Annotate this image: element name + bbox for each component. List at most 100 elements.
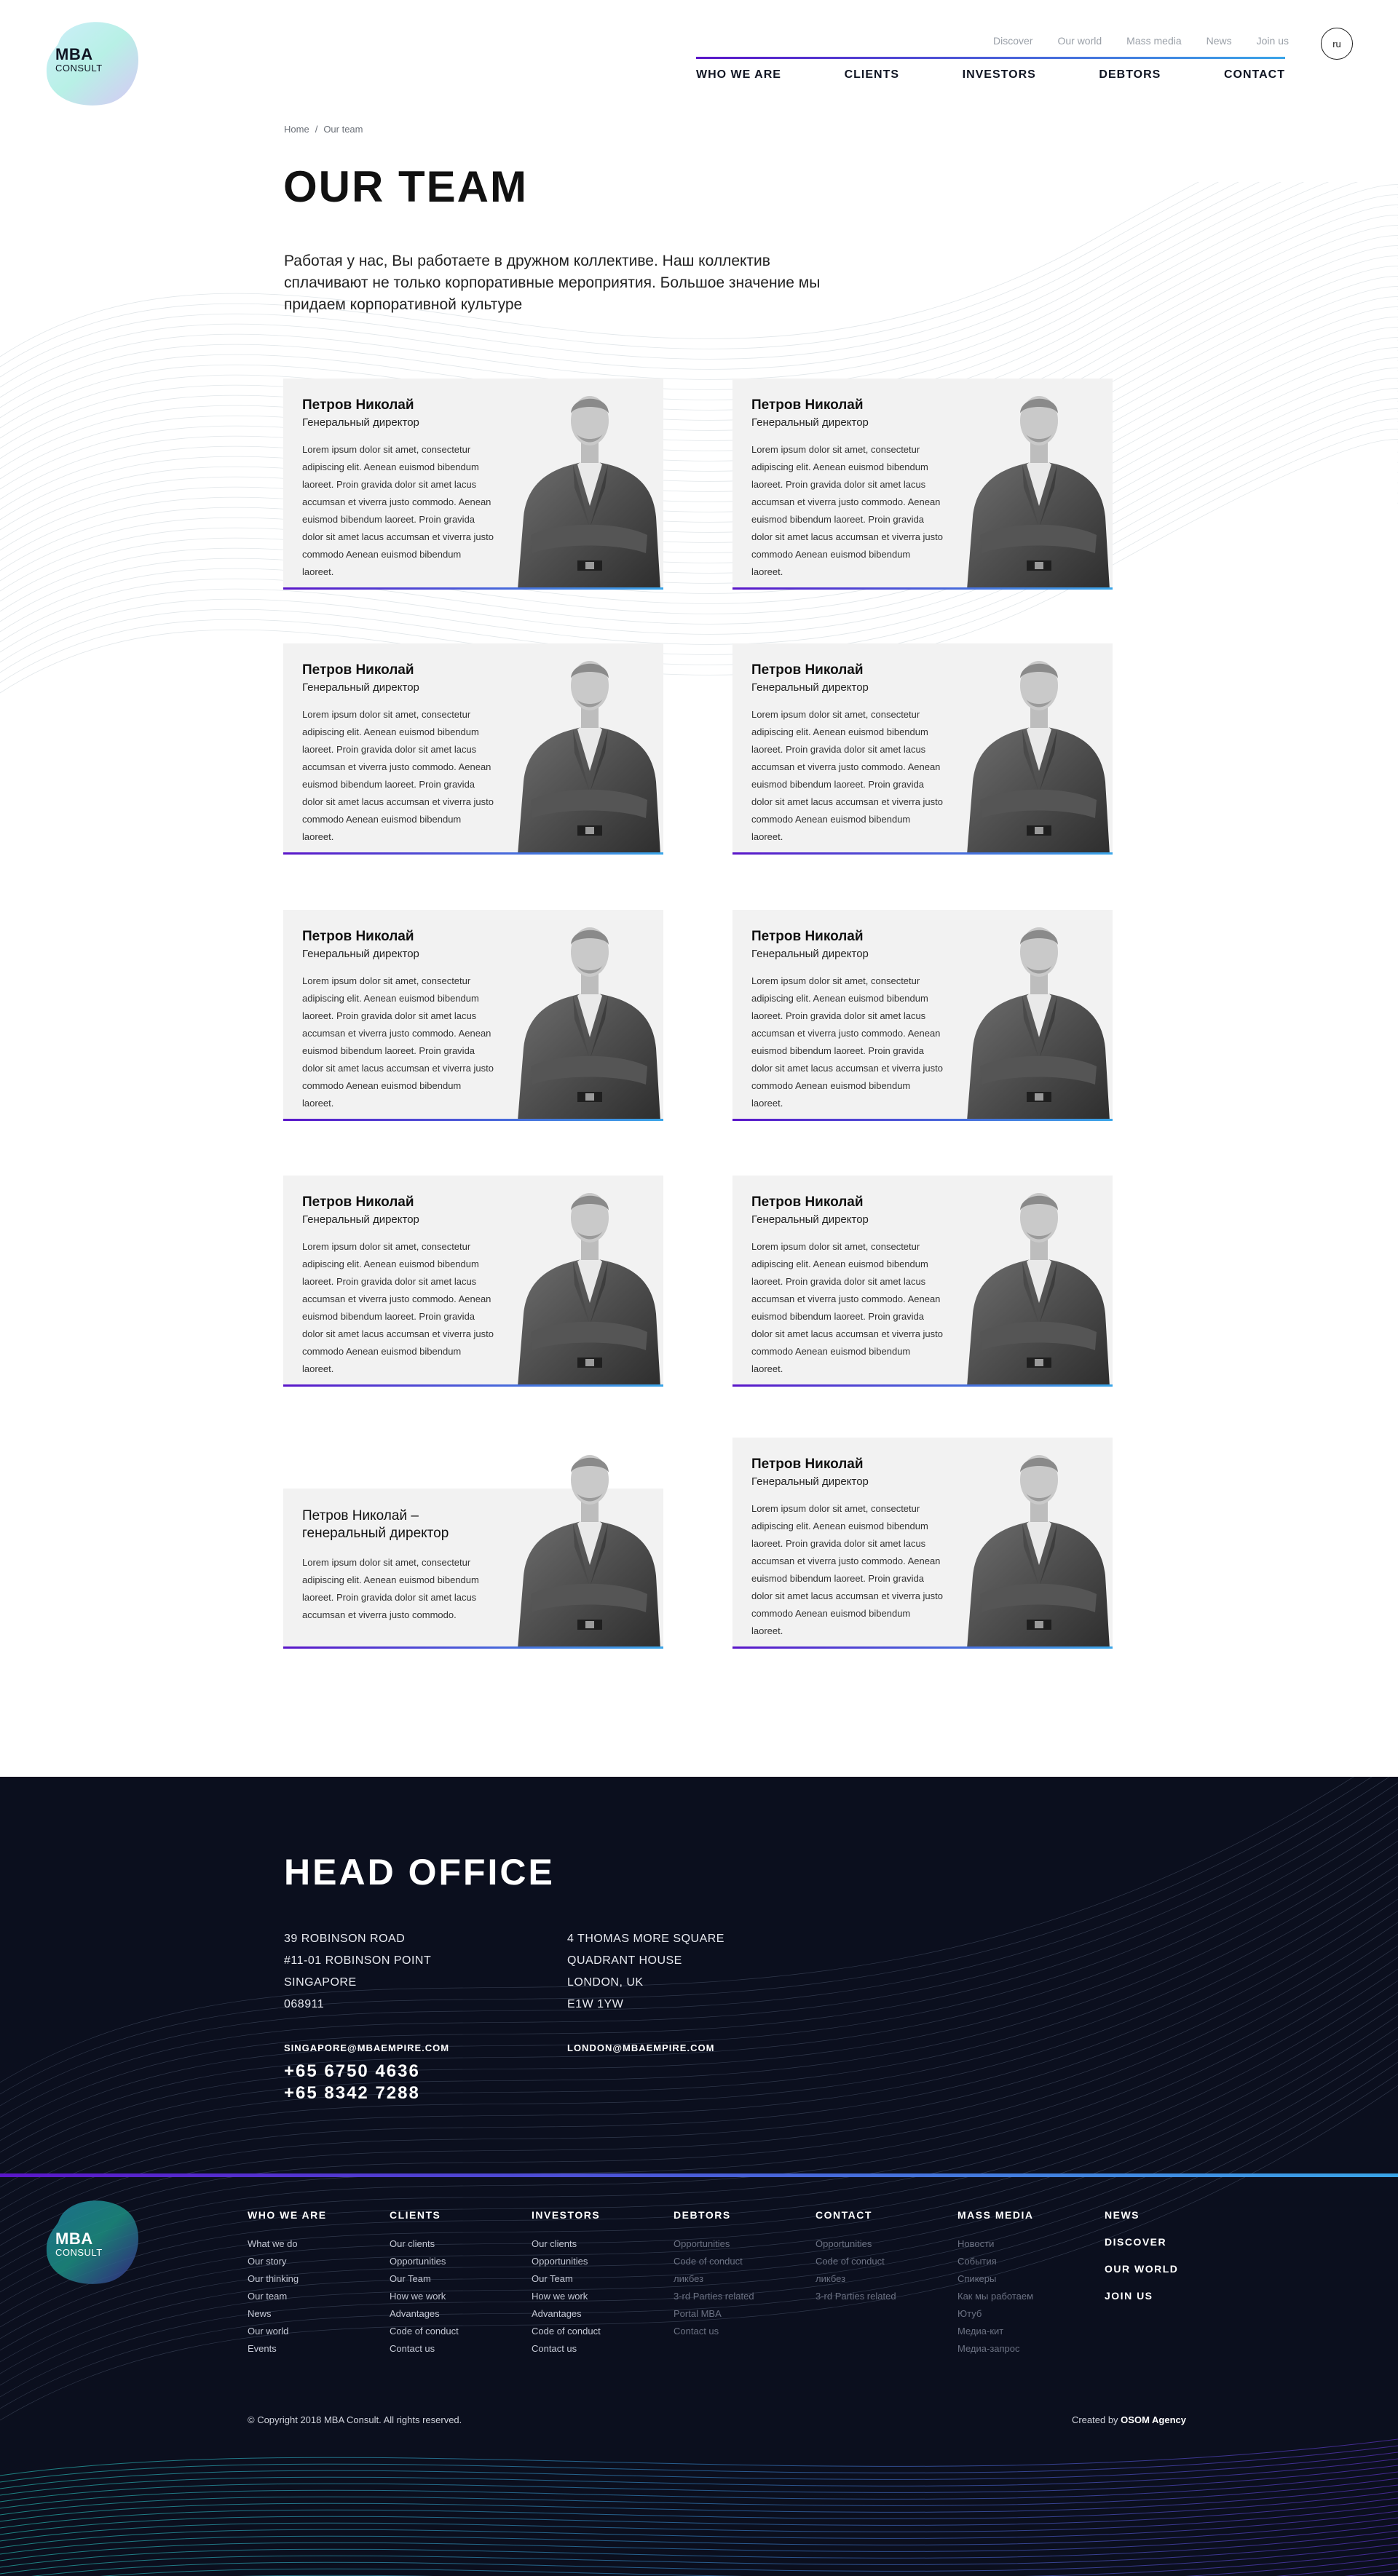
breadcrumb-home[interactable]: Home <box>284 124 309 135</box>
top-nav: Discover Our world Mass media News Join … <box>993 35 1289 47</box>
member-role: Генеральный директор <box>751 681 869 694</box>
footer-link[interactable]: Спикеры <box>957 2270 1033 2288</box>
footer-column-title[interactable]: CLIENTS <box>390 2209 459 2221</box>
footer-column-title[interactable]: MASS MEDIA <box>957 2209 1033 2221</box>
nav-who-we-are[interactable]: WHO WE ARE <box>696 68 781 82</box>
footer-link[interactable]: Code of conduct <box>532 2323 601 2340</box>
footer-column-title[interactable]: DEBTORS <box>674 2209 754 2221</box>
footer-link[interactable]: What we do <box>248 2235 327 2253</box>
footer-link[interactable]: Advantages <box>390 2305 459 2323</box>
topnav-our-world[interactable]: Our world <box>1057 35 1102 47</box>
nav-contact[interactable]: CONTACT <box>1224 68 1285 82</box>
singapore-email-link[interactable]: SINGAPORE@MBAEMPIRE.COM <box>284 2042 449 2053</box>
member-description: Lorem ipsum dolor sit amet, consectetur … <box>751 1503 943 1636</box>
topnav-mass-media[interactable]: Mass media <box>1126 35 1181 47</box>
footer-link[interactable]: 3-rd Parties related <box>816 2288 896 2305</box>
card-gradient-line <box>732 852 1113 855</box>
footer-gradient-line <box>0 2173 1398 2177</box>
footer-link[interactable]: Opportunities <box>816 2235 896 2253</box>
footer-link[interactable]: Code of conduct <box>674 2253 754 2270</box>
footer-link[interactable]: Our Team <box>390 2270 459 2288</box>
team-card[interactable]: Петров Николай – генеральный директор Lor… <box>283 1438 663 1649</box>
member-name: Петров Николай <box>302 397 414 413</box>
footer-link[interactable]: Медиа-кит <box>957 2323 1033 2340</box>
footer-link[interactable]: Новости <box>957 2235 1033 2253</box>
footer-link[interactable]: Our world <box>248 2323 327 2340</box>
address-line: SINGAPORE <box>284 1976 357 1989</box>
footer-link[interactable]: Code of conduct <box>390 2323 459 2340</box>
address-line: QUADRANT HOUSE <box>567 1954 682 1967</box>
footer-link[interactable]: Contact us <box>532 2340 601 2358</box>
member-name: Петров Николай <box>751 1457 864 1472</box>
footer-link[interactable]: 3-rd Parties related <box>674 2288 754 2305</box>
card-gradient-line <box>283 1646 663 1649</box>
nav-investors[interactable]: INVESTORS <box>963 68 1036 82</box>
person-photo <box>518 1455 660 1649</box>
person-photo <box>967 1193 1110 1387</box>
footer-link[interactable]: News <box>248 2305 327 2323</box>
team-card[interactable]: Петров Николай Генеральный директор Lorem … <box>732 1438 1113 1649</box>
person-photo <box>518 1193 660 1387</box>
footer-link[interactable]: Portal MBA <box>674 2305 754 2323</box>
team-card[interactable]: Петров Николай Генеральный директор Lorem … <box>283 643 663 855</box>
footer-link[interactable]: Advantages <box>532 2305 601 2323</box>
footer-link[interactable]: ликбез <box>674 2270 754 2288</box>
footer-link[interactable]: Ютуб <box>957 2305 1033 2323</box>
nav-debtors[interactable]: DEBTORS <box>1099 68 1161 82</box>
member-description: Lorem ipsum dolor sit amet, consectetur … <box>302 975 494 1109</box>
footer-link[interactable]: Our clients <box>390 2235 459 2253</box>
footer-link[interactable]: Opportunities <box>390 2253 459 2270</box>
address-line: 068911 <box>284 1998 325 2010</box>
footer-link-discover[interactable]: DISCOVER <box>1105 2236 1178 2248</box>
london-email-link[interactable]: LONDON@MBAEMPIRE.COM <box>567 2042 714 2053</box>
footer-link[interactable]: События <box>957 2253 1033 2270</box>
member-role: Генеральный директор <box>751 416 869 429</box>
topnav-join-us[interactable]: Join us <box>1257 35 1289 47</box>
phone-2[interactable]: +65 8342 7288 <box>284 2082 420 2104</box>
team-card[interactable]: Петров Николай Генеральный директор Lorem … <box>732 643 1113 855</box>
footer-link[interactable]: Contact us <box>390 2340 459 2358</box>
member-role: Генеральный директор <box>302 948 419 960</box>
london-address: 4 THOMAS MORE SQUARE QUADRANT HOUSE LOND… <box>567 1928 724 2016</box>
footer-link[interactable]: Our thinking <box>248 2270 327 2288</box>
footer-link[interactable]: Our clients <box>532 2235 601 2253</box>
nav-clients[interactable]: CLIENTS <box>845 68 899 82</box>
team-card[interactable]: Петров Николай Генеральный директор Lorem … <box>732 1176 1113 1387</box>
footer-link[interactable]: Как мы работаем <box>957 2288 1033 2305</box>
team-card[interactable]: Петров Николай Генеральный директор Lorem … <box>732 910 1113 1121</box>
footer-column-title[interactable]: INVESTORS <box>532 2209 601 2221</box>
site-footer: HEAD OFFICE 39 ROBINSON ROAD #11-01 ROBI… <box>0 1777 1398 2576</box>
team-card[interactable]: Петров Николай Генеральный директор Lorem … <box>283 1176 663 1387</box>
copyright-text: © Copyright 2018 MBA Consult. All rights… <box>248 2414 462 2425</box>
team-card[interactable]: Петров Николай Генеральный директор Lorem … <box>283 910 663 1121</box>
footer-link[interactable]: Events <box>248 2340 327 2358</box>
footer-link-our-world[interactable]: OUR WORLD <box>1105 2263 1178 2275</box>
footer-link[interactable]: How we work <box>390 2288 459 2305</box>
footer-column-title[interactable]: CONTACT <box>816 2209 896 2221</box>
footer-column-title[interactable]: WHO WE ARE <box>248 2209 327 2221</box>
footer-link[interactable]: ликбез <box>816 2270 896 2288</box>
intro-text: Работая у нас, Вы работаете в дружном ко… <box>284 253 821 313</box>
footer-link[interactable]: Our team <box>248 2288 327 2305</box>
agency-link[interactable]: OSOM Agency <box>1121 2414 1186 2425</box>
footer-link[interactable]: How we work <box>532 2288 601 2305</box>
language-switch-button[interactable]: ru <box>1321 28 1353 60</box>
footer-link[interactable]: Our Team <box>532 2270 601 2288</box>
person-photo <box>518 661 660 855</box>
footer-link[interactable]: Code of conduct <box>816 2253 896 2270</box>
footer-link[interactable]: Opportunities <box>532 2253 601 2270</box>
team-card[interactable]: Петров Николай Генеральный директор Lorem … <box>283 379 663 590</box>
team-card[interactable]: Петров Николай Генеральный директор Lorem … <box>732 379 1113 590</box>
topnav-discover[interactable]: Discover <box>993 35 1032 47</box>
member-role: Генеральный директор <box>751 1213 869 1226</box>
footer-link[interactable]: Медиа-запрос <box>957 2340 1033 2358</box>
topnav-news[interactable]: News <box>1207 35 1232 47</box>
footer-link[interactable]: Opportunities <box>674 2235 754 2253</box>
phone-1[interactable]: +65 6750 4636 <box>284 2061 420 2082</box>
footer-link[interactable]: Contact us <box>674 2323 754 2340</box>
footer-link-news[interactable]: NEWS <box>1105 2209 1178 2221</box>
footer-link[interactable]: Our story <box>248 2253 327 2270</box>
person-photo <box>967 1455 1110 1649</box>
card-gradient-line <box>283 1384 663 1387</box>
footer-link-join-us[interactable]: JOIN US <box>1105 2290 1178 2302</box>
